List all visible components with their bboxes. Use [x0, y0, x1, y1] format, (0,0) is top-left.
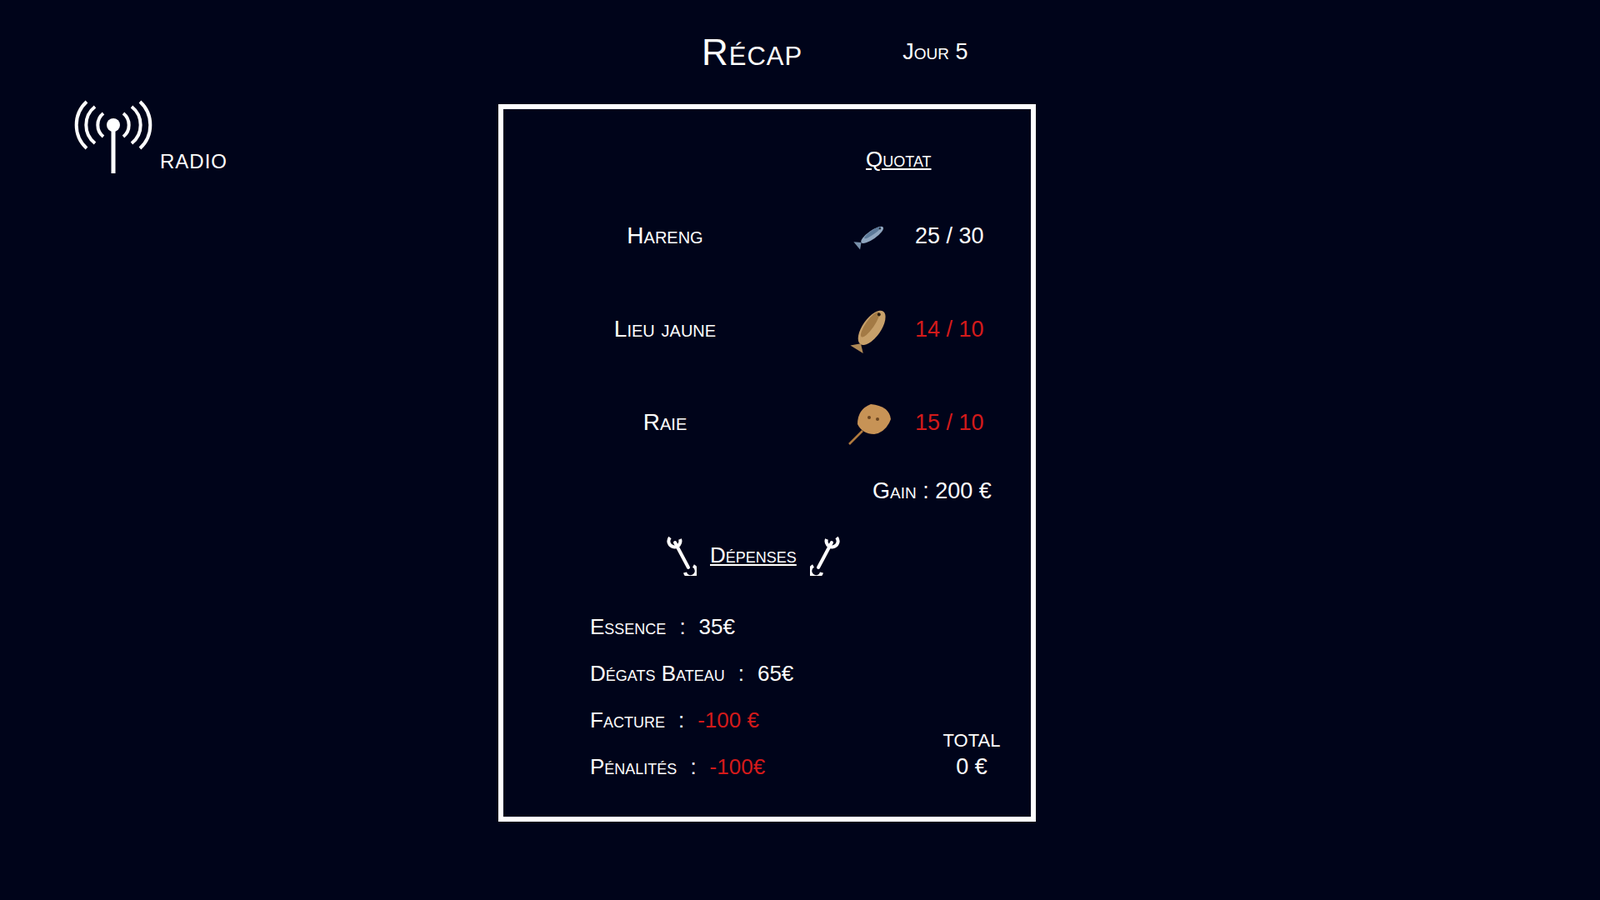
expense-row: Essence:35€ — [590, 603, 794, 650]
expense-separator: : — [679, 614, 685, 640]
recap-screen: RADIO Récap Jour 5 Quotat Hareng 25 / 30 Lieu … — [0, 0, 1600, 900]
expenses-heading: Dépenses — [503, 534, 1031, 576]
expenses: Essence:35€Dégats Bateau:65€Facture:-100… — [503, 603, 1031, 790]
quota-count: 14 / 10 — [915, 316, 1031, 343]
wrench-icon — [666, 534, 697, 576]
wrench-icon — [810, 534, 840, 576]
header: Récap Jour 5 — [498, 0, 1036, 105]
recap-panel: Quotat Hareng 25 / 30 Lieu jaune 14 / 10 Raie… — [498, 104, 1036, 822]
total-value: 0 € — [955, 753, 988, 780]
antenna-icon — [71, 100, 155, 175]
total-label: TOTAL — [943, 728, 1001, 754]
radio-button[interactable]: RADIO — [71, 100, 499, 175]
quota-list: Hareng 25 / 30 Lieu jaune 14 / 10 Raie 15 / 1… — [503, 189, 1031, 470]
day-label: Jour 5 — [902, 39, 968, 65]
herring-icon — [852, 219, 890, 253]
quota-row: Hareng 25 / 30 — [503, 189, 1031, 283]
fish-name: Raie — [503, 409, 827, 436]
fish-name: Lieu jaune — [503, 315, 827, 343]
pollock-icon — [847, 301, 895, 357]
expense-value: -100 € — [697, 707, 760, 734]
recap-column: Récap Jour 5 Quotat Hareng 25 / 30 Lieu jaune… — [498, 0, 1036, 900]
expense-label: Dégats Bateau — [590, 660, 725, 687]
quota-count: 25 / 30 — [915, 223, 1031, 250]
expense-value: -100€ — [710, 754, 766, 780]
expense-separator: : — [690, 754, 696, 780]
total: TOTAL0 € — [925, 728, 1018, 780]
expense-label: Essence — [590, 614, 666, 640]
fish-name: Hareng — [503, 222, 827, 250]
expense-label: Pénalités — [590, 754, 677, 780]
expense-row: Dégats Bateau:65€ — [590, 650, 794, 697]
expense-value: 35€ — [699, 614, 735, 640]
expense-separator: : — [738, 660, 745, 687]
gain: Gain : 200 € — [503, 476, 1031, 505]
quota-count: 15 / 10 — [915, 410, 1031, 436]
expense-row: Facture: -100 € — [590, 696, 794, 744]
quota-row: Raie 15 / 10 — [503, 375, 1031, 470]
sidebar: RADIO — [0, 0, 499, 900]
ray-icon — [845, 397, 896, 448]
expense-label: Facture — [590, 707, 665, 734]
expense-separator: : — [678, 707, 685, 734]
quota-heading: Quotat — [503, 146, 1031, 173]
radio-label: RADIO — [160, 150, 228, 175]
quota-row: Lieu jaune 14 / 10 — [503, 282, 1031, 376]
expense-value: 65€ — [757, 660, 794, 687]
title: Récap — [701, 31, 803, 74]
expenses-title: Dépenses — [710, 542, 797, 569]
expense-list: Essence:35€Dégats Bateau:65€Facture:-100… — [503, 603, 794, 790]
expense-row: Pénalités: -100€ — [590, 743, 794, 790]
